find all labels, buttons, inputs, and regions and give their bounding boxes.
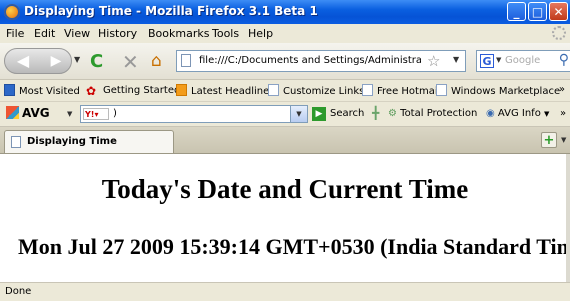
new-tab-button[interactable]: + xyxy=(541,132,557,148)
bookmark-star-icon[interactable]: ☆ xyxy=(427,52,440,70)
avg-info-button[interactable]: ◉ AVG Info ▼ xyxy=(486,108,549,119)
chevron-down-icon: ▼ xyxy=(544,110,550,118)
firefox-logo-icon xyxy=(4,4,20,20)
avg-logo-icon xyxy=(6,106,19,119)
search-icon[interactable]: ⚲ xyxy=(559,52,569,68)
url-input[interactable]: file:///C:/Documents and Settings/Admini… xyxy=(199,55,421,66)
most-visited-icon xyxy=(4,84,15,96)
status-text: Done xyxy=(5,286,32,297)
page-icon xyxy=(181,54,191,67)
url-bar[interactable]: file:///C:/Documents and Settings/Admini… xyxy=(176,50,466,72)
avg-search-dropdown-icon[interactable]: ▼ xyxy=(290,106,307,122)
menu-edit[interactable]: Edit xyxy=(34,27,55,40)
tab-displaying-time[interactable]: Displaying Time xyxy=(4,130,174,153)
tab-list-dropdown-icon[interactable]: ▼ xyxy=(561,136,566,144)
rss-icon xyxy=(176,84,187,96)
menu-history[interactable]: History xyxy=(98,27,137,40)
firefox-getting-started-icon: ✿ xyxy=(86,84,97,98)
avg-search-go-icon[interactable]: ▶ xyxy=(312,107,326,121)
menu-bookmarks[interactable]: Bookmarks xyxy=(148,27,209,40)
current-datetime: Mon Jul 27 2009 15:39:14 GMT+0530 (India… xyxy=(18,234,570,259)
avg-search-button[interactable]: Search xyxy=(330,108,364,119)
reload-icon[interactable]: C xyxy=(90,51,103,72)
search-bar[interactable]: G ▼ Google ⚲ xyxy=(476,50,570,72)
menu-bar: File Edit View History Bookmarks Tools H… xyxy=(0,24,570,43)
stop-icon[interactable]: ✕ xyxy=(122,50,139,74)
back-forward-group: ◀ ▶ xyxy=(4,48,72,74)
avg-toolbar: AVG ▼ Y!▾ ) ▼ ▶ Search ╋ ⚙ Total Protect… xyxy=(0,102,570,127)
tab-label: Displaying Time xyxy=(27,136,117,147)
page-content: Today's Date and Current Time Mon Jul 27… xyxy=(0,154,570,282)
title-bar[interactable]: Displaying Time - Mozilla Firefox 3.1 Be… xyxy=(0,0,570,24)
page-heading: Today's Date and Current Time xyxy=(101,174,469,204)
menu-tools[interactable]: Tools xyxy=(212,27,239,40)
bookmark-free-hotmail[interactable]: Free Hotmail xyxy=(362,84,440,97)
browser-window: Displaying Time - Mozilla Firefox 3.1 Be… xyxy=(0,0,570,301)
page-icon xyxy=(436,84,447,96)
separator-icon: ╋ xyxy=(372,106,380,120)
window-title: Displaying Time - Mozilla Firefox 3.1 Be… xyxy=(24,4,318,18)
menu-help[interactable]: Help xyxy=(248,27,273,40)
page-icon xyxy=(11,136,21,148)
menu-view[interactable]: View xyxy=(64,27,90,40)
bookmarks-overflow-button[interactable]: » xyxy=(559,84,565,95)
back-button[interactable]: ◀ xyxy=(5,49,41,73)
page-icon xyxy=(362,84,373,96)
search-input[interactable]: Google xyxy=(505,55,540,66)
avg-menu-dropdown-icon[interactable]: ▼ xyxy=(67,110,72,118)
shield-icon: ⚙ xyxy=(388,108,397,119)
search-engine-dropdown-icon[interactable]: ▼ xyxy=(496,56,501,64)
bookmark-getting-started[interactable]: ✿ Getting Started xyxy=(86,84,180,98)
avg-info-icon: ◉ xyxy=(486,108,495,119)
navigation-toolbar: ◀ ▶ ▼ C ✕ ⌂ file:///C:/Documents and Set… xyxy=(0,43,570,80)
forward-button[interactable]: ▶ xyxy=(41,49,71,73)
forward-arrow-icon: ▶ xyxy=(50,53,62,69)
home-icon[interactable]: ⌂ xyxy=(151,51,162,71)
maximize-button[interactable]: □ xyxy=(528,2,547,21)
avg-search-input[interactable]: ) xyxy=(113,108,117,119)
bookmarks-toolbar: Most Visited ✿ Getting Started Latest Hea… xyxy=(0,80,570,102)
bookmark-most-visited[interactable]: Most Visited xyxy=(4,84,80,97)
back-arrow-icon: ◀ xyxy=(16,51,30,70)
scrollbar-edge xyxy=(566,154,570,282)
tab-strip: Displaying Time + ▼ xyxy=(0,127,570,154)
minimize-button[interactable]: _ xyxy=(507,2,526,21)
url-dropdown-icon[interactable]: ▼ xyxy=(453,55,459,64)
avg-logo[interactable]: AVG xyxy=(6,106,50,120)
avg-search-field[interactable]: Y!▾ ) ▼ xyxy=(80,105,308,123)
throbber-icon xyxy=(552,26,566,40)
bookmark-latest-headlines[interactable]: Latest Headlines xyxy=(176,84,275,97)
avg-total-protection-button[interactable]: ⚙ Total Protection xyxy=(388,108,477,119)
plus-icon: + xyxy=(543,133,555,148)
avg-overflow-button[interactable]: » xyxy=(560,108,566,119)
google-icon[interactable]: G xyxy=(480,54,494,68)
bookmark-windows-marketplace[interactable]: Windows Marketplace xyxy=(436,84,560,97)
status-bar: Done xyxy=(0,282,570,301)
history-dropdown-icon[interactable]: ▼ xyxy=(74,55,80,64)
yahoo-search-icon[interactable]: Y!▾ xyxy=(83,108,109,120)
bookmark-customize-links[interactable]: Customize Links xyxy=(268,84,364,97)
menu-file[interactable]: File xyxy=(6,27,24,40)
close-button[interactable]: ✕ xyxy=(549,2,568,21)
page-icon xyxy=(268,84,279,96)
